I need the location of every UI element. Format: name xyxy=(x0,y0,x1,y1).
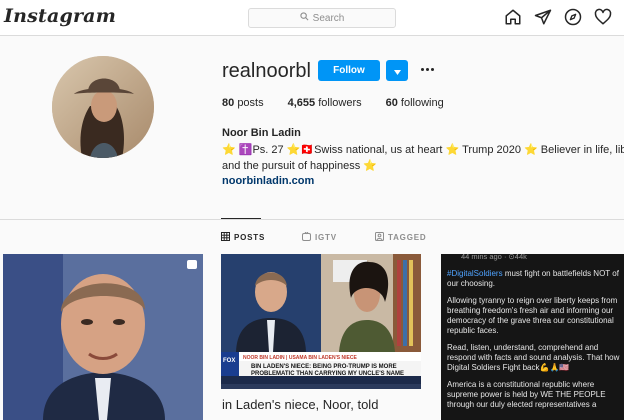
tab-label: IGTV xyxy=(315,233,337,242)
profile-bio: ⭐ ✝️Ps. 27 ⭐🇨🇭Swiss national, us at hear… xyxy=(222,142,624,174)
post-thumbnail[interactable]: 44 mins ago · ⊙44k #DigitalSoldiers must… xyxy=(441,254,624,420)
post-text-content: 44 mins ago · ⊙44k #DigitalSoldiers must… xyxy=(447,254,624,417)
post-thumbnail[interactable]: FOX NOOR BIN LADIN | USAMA BIN LADEN'S N… xyxy=(221,254,421,420)
explore-icon[interactable] xyxy=(564,8,582,26)
svg-text:BIN LADEN'S NIECE: BEING PRO-T: BIN LADEN'S NIECE: BEING PRO-TRUMP IS MO… xyxy=(251,364,397,370)
followers-label: followers xyxy=(318,97,362,109)
svg-text:FOX: FOX xyxy=(223,358,235,364)
post-meta: 44 mins ago · ⊙44k xyxy=(461,254,527,261)
profile-stats: 80 posts 4,655 followers 60 following xyxy=(222,97,468,109)
post-paragraph: Read, listen, understand, comprehend and… xyxy=(447,343,620,372)
followers-stat[interactable]: 4,655 followers xyxy=(288,97,362,109)
suggested-accounts-button[interactable] xyxy=(386,60,408,81)
more-options-icon[interactable] xyxy=(418,62,436,76)
posts-label: posts xyxy=(237,97,264,109)
tab-label: TAGGED xyxy=(388,233,427,242)
following-label: following xyxy=(400,97,444,109)
follow-button[interactable]: Follow xyxy=(318,60,380,81)
top-navigation-bar: Instagram Search xyxy=(0,0,624,36)
chevron-down-icon xyxy=(393,62,401,80)
video-icon xyxy=(187,260,197,269)
post-paragraph: America is a constitutional republic whe… xyxy=(447,380,606,409)
search-icon xyxy=(300,12,309,24)
bio-line: ⭐ ✝️Ps. 27 ⭐🇨🇭Swiss national, us at hear… xyxy=(222,144,624,156)
tab-posts[interactable]: POSTS xyxy=(221,232,265,243)
profile-website-link[interactable]: noorbinladin.com xyxy=(222,175,314,187)
bio-line: and the pursuit of happiness ⭐ xyxy=(222,160,377,172)
section-divider xyxy=(0,219,624,220)
post-thumbnail[interactable] xyxy=(3,254,203,420)
instagram-logo[interactable]: Instagram xyxy=(4,5,116,27)
home-icon[interactable] xyxy=(504,8,522,26)
activity-heart-icon[interactable] xyxy=(594,8,612,26)
hashtag-link[interactable]: #DigitalSoldiers xyxy=(447,269,503,278)
following-count: 60 xyxy=(385,97,398,109)
profile-full-name: Noor Bin Ladin xyxy=(222,127,301,139)
tab-tagged[interactable]: TAGGED xyxy=(375,232,426,243)
post-paragraph: Allowing tyranny to reign over liberty k… xyxy=(447,296,618,335)
chyron-top: NOOR BIN LADIN | USAMA BIN LADEN'S NIECE xyxy=(243,355,357,361)
search-placeholder: Search xyxy=(312,12,345,24)
posts-count: 80 xyxy=(222,97,235,109)
grid-icon xyxy=(221,232,230,243)
direct-message-icon[interactable] xyxy=(534,8,552,26)
following-stat[interactable]: 60 following xyxy=(386,97,444,109)
followers-count: 4,655 xyxy=(287,97,316,109)
profile-username: realnoorbl xyxy=(222,60,311,82)
tagged-icon xyxy=(375,232,384,243)
profile-avatar[interactable] xyxy=(52,56,154,158)
active-tab-indicator xyxy=(221,218,261,219)
search-input[interactable]: Search xyxy=(248,8,396,28)
posts-stat: 80 posts xyxy=(222,97,264,109)
tab-igtv[interactable]: IGTV xyxy=(302,231,337,243)
post-paragraph: #DigitalSoldiers must fight on battlefie… xyxy=(447,269,619,288)
tab-label: POSTS xyxy=(234,233,266,242)
igtv-icon xyxy=(302,231,311,243)
post-caption: in Laden's niece, Noor, told xyxy=(222,397,379,412)
